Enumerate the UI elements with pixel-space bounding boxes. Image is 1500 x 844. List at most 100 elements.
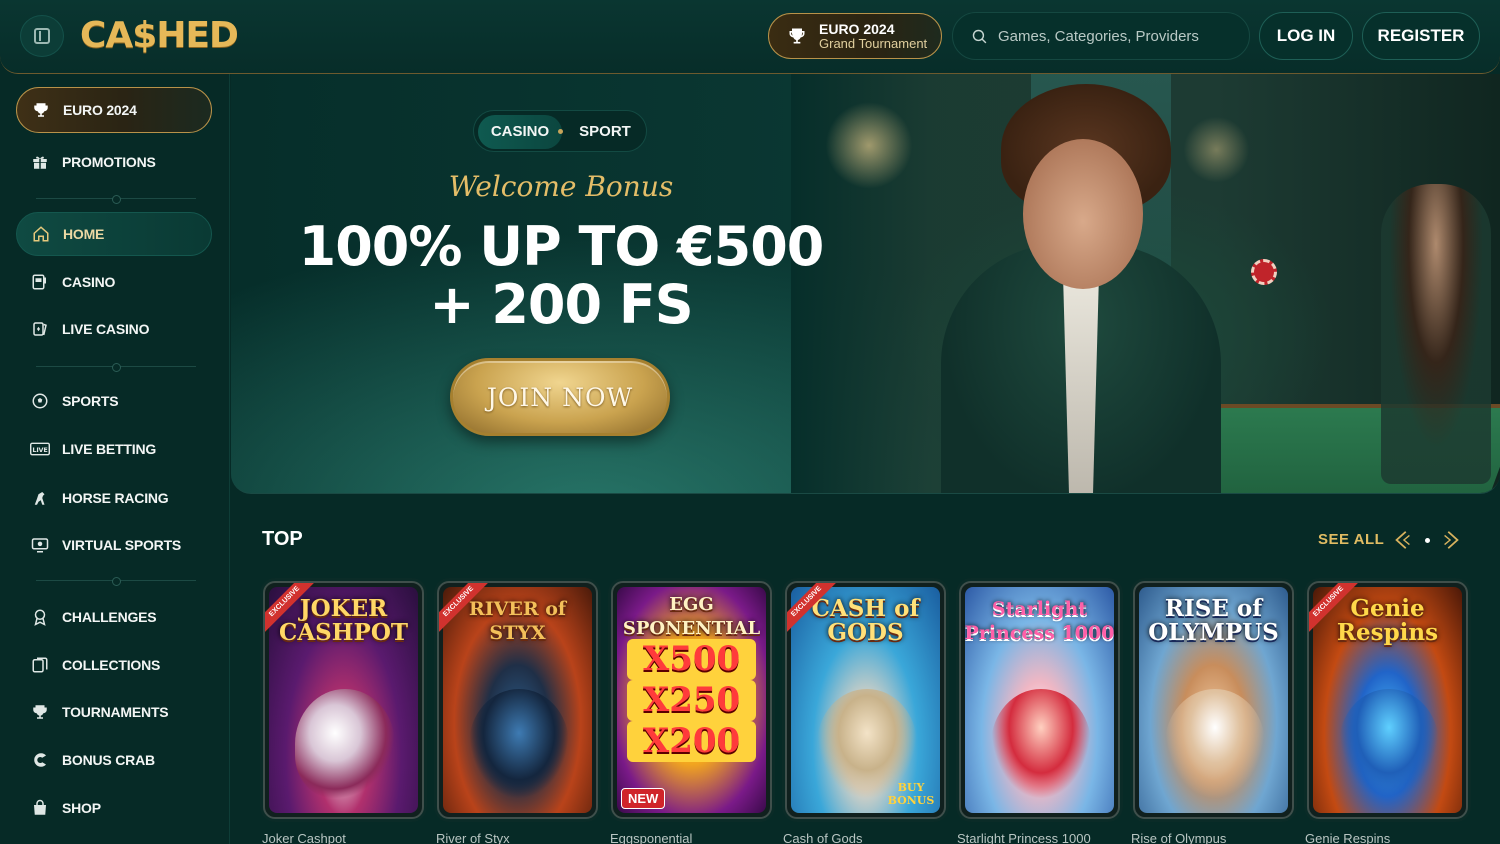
trophy-icon — [31, 100, 51, 120]
game-name[interactable]: Joker Cashpot — [262, 831, 346, 844]
sidebar-item-tournaments[interactable]: TOURNAMENTS — [16, 690, 212, 734]
sidebar-toggle-icon — [34, 28, 50, 44]
sidebar-item-label: PROMOTIONS — [62, 154, 156, 170]
game-card-rise-of-olympus[interactable]: RISE of OLYMPUS — [1133, 581, 1294, 819]
medal-icon — [30, 607, 50, 627]
top-header: CA$HED EURO 2024 Grand Tournament LOG IN… — [0, 0, 1500, 74]
tab-casino[interactable]: CASINO — [478, 115, 562, 149]
multiplier: X250 — [627, 680, 756, 721]
chevron-left-icon[interactable] — [1392, 529, 1414, 551]
sidebar-item-label: LIVE CASINO — [62, 321, 150, 337]
hero-banner: CASINO SPORT Welcome Bonus 100% UP TO €5… — [231, 74, 1500, 494]
euro-tournament-subtitle: Grand Tournament — [819, 35, 928, 51]
see-all-link[interactable]: SEE ALL — [1318, 531, 1384, 548]
sidebar-item-bonus-crab[interactable]: BONUS CRAB — [16, 738, 212, 782]
section-title: TOP — [262, 528, 303, 550]
game-name[interactable]: Starlight Princess 1000 — [957, 831, 1091, 844]
carousel-nav — [1392, 527, 1462, 553]
welcome-bonus-heading: Welcome Bonus — [448, 170, 674, 203]
sidebar-item-label: SHOP — [62, 800, 101, 816]
sidebar-item-label: COLLECTIONS — [62, 657, 161, 673]
monitor-icon — [30, 535, 50, 555]
sidebar-item-label: CASINO — [62, 274, 116, 290]
crab-icon — [30, 750, 50, 770]
game-name[interactable]: Eggsponential — [610, 831, 692, 844]
sidebar-item-home[interactable]: HOME — [16, 212, 212, 256]
game-name[interactable]: Genie Respins — [1305, 831, 1390, 844]
sidebar-item-label: TOURNAMENTS — [62, 704, 169, 720]
join-now-button[interactable]: JOIN NOW — [450, 358, 670, 436]
sidebar-item-label: SPORTS — [62, 393, 119, 409]
sidebar: EURO 2024 PROMOTIONS HOME CASINO LIVE CA… — [0, 74, 230, 844]
sidebar-item-horse-racing[interactable]: HORSE RACING — [16, 476, 212, 520]
sidebar-toggle-button[interactable] — [20, 15, 64, 57]
collection-icon — [30, 655, 50, 675]
trophy-icon — [30, 702, 50, 722]
horse-icon — [30, 488, 50, 508]
casino-chip — [1251, 259, 1277, 285]
game-card-river-of-styx[interactable]: RIVER of STYX EXCLUSIVE — [437, 581, 598, 819]
sidebar-item-label: HOME — [63, 226, 105, 242]
shopping-bag-icon — [30, 798, 50, 818]
sidebar-item-label: VIRTUAL SPORTS — [62, 537, 182, 553]
sidebar-item-label: HORSE RACING — [62, 490, 169, 506]
sidebar-divider — [36, 195, 196, 204]
sidebar-item-label: CHALLENGES — [62, 609, 157, 625]
sidebar-divider — [36, 363, 196, 372]
gift-icon — [30, 152, 50, 172]
game-art-title: EGG SPONENTIAL — [622, 594, 761, 639]
slot-machine-icon — [30, 272, 50, 292]
cards-icon — [30, 319, 50, 339]
sidebar-item-euro-2024[interactable]: EURO 2024 — [16, 87, 212, 133]
bonus-offer: 100% UP TO €500 + 200 FS — [231, 218, 891, 334]
sidebar-item-virtual-sports[interactable]: VIRTUAL SPORTS — [16, 523, 212, 567]
buy-bonus-badge: BUY BONUS — [887, 781, 935, 807]
game-art-title: RISE of OLYMPUS — [1148, 595, 1279, 646]
offer-line-1: 100% UP TO €500 — [298, 215, 825, 278]
sidebar-item-live-betting[interactable]: LIVE LIVE BETTING — [16, 427, 212, 471]
trophy-icon — [789, 28, 805, 44]
live-icon: LIVE — [30, 439, 50, 459]
svg-text:LIVE: LIVE — [32, 446, 47, 454]
multiplier: X200 — [627, 721, 756, 762]
sidebar-item-collections[interactable]: COLLECTIONS — [16, 643, 212, 687]
sidebar-item-sports[interactable]: SPORTS — [16, 379, 212, 423]
football-icon — [30, 391, 50, 411]
chevron-right-icon[interactable] — [1440, 529, 1462, 551]
sidebar-item-label: EURO 2024 — [63, 102, 137, 118]
multiplier-list: X500 X250 X200 — [613, 639, 770, 762]
hero-image — [791, 74, 1500, 493]
euro-tournament-button[interactable]: EURO 2024 Grand Tournament — [768, 13, 942, 59]
euro-tournament-title: EURO 2024 — [819, 20, 895, 37]
home-icon — [31, 224, 51, 244]
search-input[interactable] — [998, 27, 1228, 45]
search-bar[interactable] — [952, 12, 1250, 60]
sidebar-item-shop[interactable]: SHOP — [16, 786, 212, 830]
game-name[interactable]: River of Styx — [436, 831, 510, 844]
carousel-dot — [1424, 537, 1430, 543]
game-card-genie-respins[interactable]: Genie Respins EXCLUSIVE — [1307, 581, 1468, 819]
sidebar-item-label: BONUS CRAB — [62, 752, 155, 768]
sidebar-item-promotions[interactable]: PROMOTIONS — [16, 140, 212, 184]
new-badge: NEW — [621, 788, 666, 809]
register-button[interactable]: REGISTER — [1362, 12, 1480, 60]
sidebar-item-label: LIVE BETTING — [62, 441, 157, 457]
multiplier: X500 — [627, 639, 756, 680]
sidebar-divider — [36, 577, 196, 586]
game-card-joker-cashpot[interactable]: JOKER CASHPOT EXCLUSIVE — [263, 581, 424, 819]
game-art-title: Starlight Princess 1000 — [964, 598, 1115, 644]
game-card-cash-of-gods[interactable]: CASH of GODS EXCLUSIVE BUY BONUS — [785, 581, 946, 819]
game-card-eggsponential[interactable]: EGG SPONENTIAL X500 X250 X200 NEW — [611, 581, 772, 819]
logo[interactable]: CA$HED — [80, 12, 239, 60]
search-icon — [972, 29, 987, 43]
game-name[interactable]: Rise of Olympus — [1131, 831, 1226, 844]
login-button[interactable]: LOG IN — [1259, 12, 1353, 60]
offer-line-2: + 200 FS — [429, 273, 693, 336]
sidebar-item-challenges[interactable]: CHALLENGES — [16, 595, 212, 639]
sidebar-item-live-casino[interactable]: LIVE CASINO — [16, 307, 212, 351]
game-name[interactable]: Cash of Gods — [783, 831, 863, 844]
casino-sport-toggle[interactable]: CASINO SPORT — [473, 110, 647, 152]
game-card-starlight-princess-1000[interactable]: Starlight Princess 1000 — [959, 581, 1120, 819]
tab-sport[interactable]: SPORT — [570, 115, 640, 149]
sidebar-item-casino[interactable]: CASINO — [16, 260, 212, 304]
